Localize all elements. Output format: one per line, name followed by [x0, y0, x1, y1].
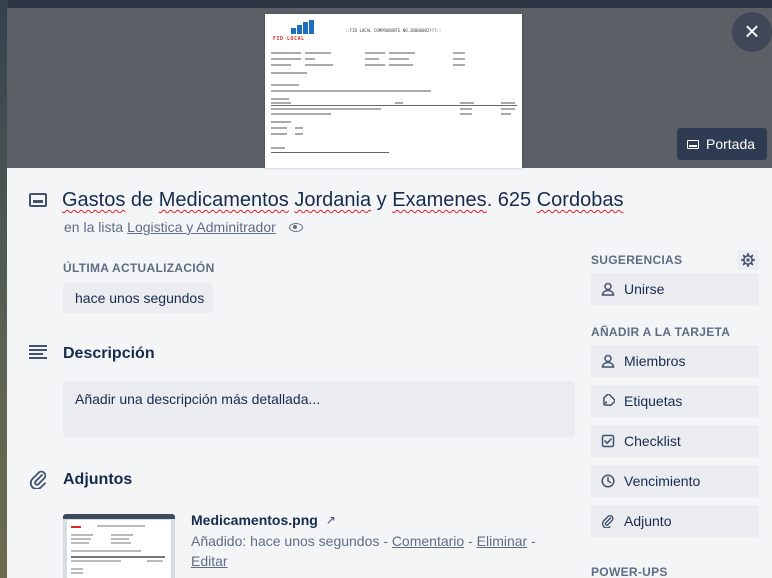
attachments-title: Adjuntos [63, 471, 133, 488]
member-icon [601, 354, 615, 368]
cover-button[interactable]: Portada [677, 128, 767, 160]
card-title[interactable]: Gastos de Medicamentos Jordania y Examen… [62, 189, 623, 212]
labels-button[interactable]: Etiquetas [591, 385, 759, 417]
external-link-icon: ↗ [325, 513, 336, 527]
cover-icon [687, 139, 699, 149]
description-title: Descripción [63, 345, 155, 362]
description-input[interactable]: Añadir una descripción más detallada... [63, 381, 575, 437]
receipt-logo [279, 20, 315, 34]
comment-link[interactable]: Comentario [392, 533, 464, 549]
join-button[interactable]: Unirse [591, 273, 759, 305]
eye-icon[interactable] [288, 222, 303, 232]
gear-icon [741, 253, 755, 267]
list-info: en la lista Logistica y Admin­itrador [64, 219, 303, 235]
attachment-thumbnail[interactable] [63, 514, 175, 578]
attachment-name[interactable]: Medicamentos.png ↗ [191, 512, 336, 528]
in-list-prefix: en la lista [64, 219, 124, 235]
list-link[interactable]: Logistica y Admin­itrador [127, 219, 276, 235]
card-icon [29, 193, 47, 207]
power-ups-label: POWER-UPS [591, 565, 668, 578]
card-detail-window: FID LOCAL ::FID LOCAL COMPROBANTE NO.2B0… [7, 8, 772, 578]
last-update-value: hace unos segundos [63, 283, 213, 313]
checklist-icon [601, 434, 615, 448]
card-cover[interactable]: FID LOCAL ::FID LOCAL COMPROBANTE NO.2B0… [7, 8, 772, 168]
add-to-card-label: AÑADIR A LA TARJETA [591, 325, 731, 339]
label-icon [603, 394, 615, 406]
delete-link[interactable]: Eliminar [477, 533, 528, 549]
cover-image: FID LOCAL ::FID LOCAL COMPROBANTE NO.2B0… [265, 14, 522, 168]
paperclip-icon [29, 470, 47, 489]
members-button[interactable]: Miembros [591, 345, 759, 377]
suggestions-settings-button[interactable] [737, 250, 759, 270]
suggestions-label: SUGERENCIAS [591, 253, 683, 267]
checklist-button[interactable]: Checklist [591, 425, 759, 457]
due-date-button[interactable]: Vencimiento [591, 465, 759, 497]
cover-button-label: Portada [706, 136, 756, 152]
description-icon [29, 345, 47, 359]
paperclip-icon [601, 514, 614, 528]
last-update-label: ÚLTIMA ACTUALIZACIÓN [63, 261, 215, 275]
member-icon [601, 282, 615, 296]
close-icon: × [744, 16, 760, 46]
receipt-heading: ::FID LOCAL COMPROBANTE NO.2B000002???:: [345, 28, 442, 33]
attachment-meta: Añadido: hace unos segundos - Comentario… [191, 533, 536, 569]
edit-link[interactable]: Editar [191, 553, 228, 569]
close-button[interactable]: × [732, 12, 772, 52]
receipt-logo-text: FID LOCAL [273, 36, 305, 42]
attachment-button[interactable]: Adjunto [591, 505, 759, 537]
clock-icon [601, 474, 615, 488]
